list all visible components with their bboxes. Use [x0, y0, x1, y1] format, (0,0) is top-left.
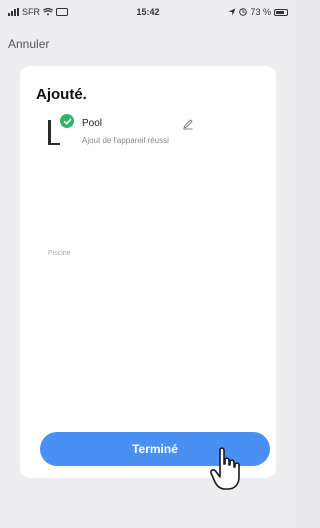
battery-percent: 73 % — [250, 7, 271, 17]
screen: SFR 15:42 73 % Annuler Ajouté. Pool Ajou… — [0, 0, 296, 528]
status-right: 73 % — [228, 7, 288, 17]
cancel-button[interactable]: Annuler — [8, 37, 49, 51]
device-row: Pool Ajout de l'appareil réussi — [36, 114, 266, 154]
room-label: Piscine — [48, 250, 71, 257]
device-status: Ajout de l'appareil réussi — [82, 136, 169, 145]
result-card: Ajouté. Pool Ajout de l'appareil réussi … — [20, 66, 276, 478]
success-check-icon — [60, 114, 74, 128]
battery-icon — [274, 8, 288, 16]
alarm-icon — [239, 8, 248, 16]
location-icon — [228, 8, 236, 16]
status-bar: SFR 15:42 73 % — [0, 0, 296, 24]
edit-icon[interactable] — [182, 118, 194, 130]
hand-cursor-icon — [210, 447, 240, 490]
card-title: Ajouté. — [36, 86, 87, 103]
device-name: Pool — [82, 118, 103, 129]
